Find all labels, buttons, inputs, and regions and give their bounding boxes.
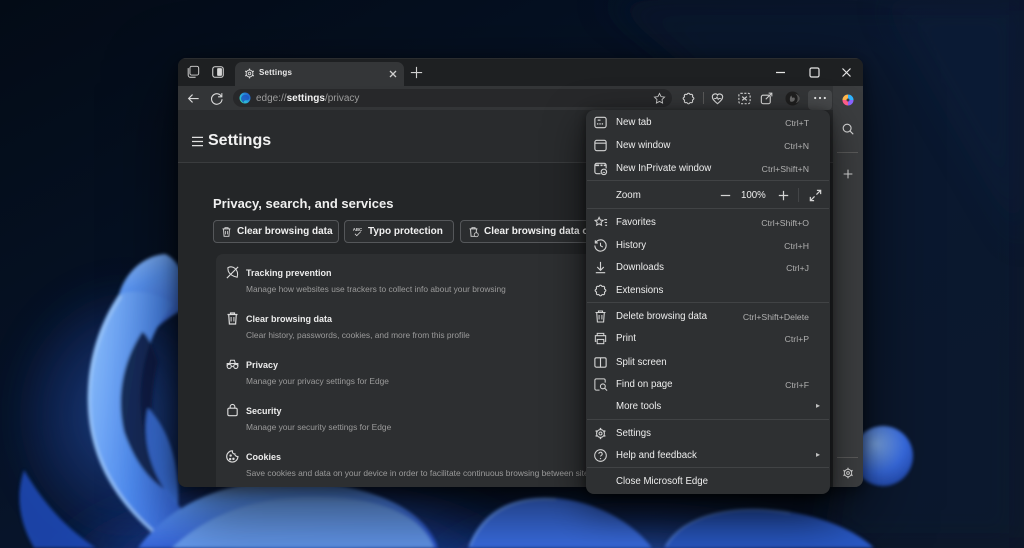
svg-text:ABC: ABC [353,226,363,231]
